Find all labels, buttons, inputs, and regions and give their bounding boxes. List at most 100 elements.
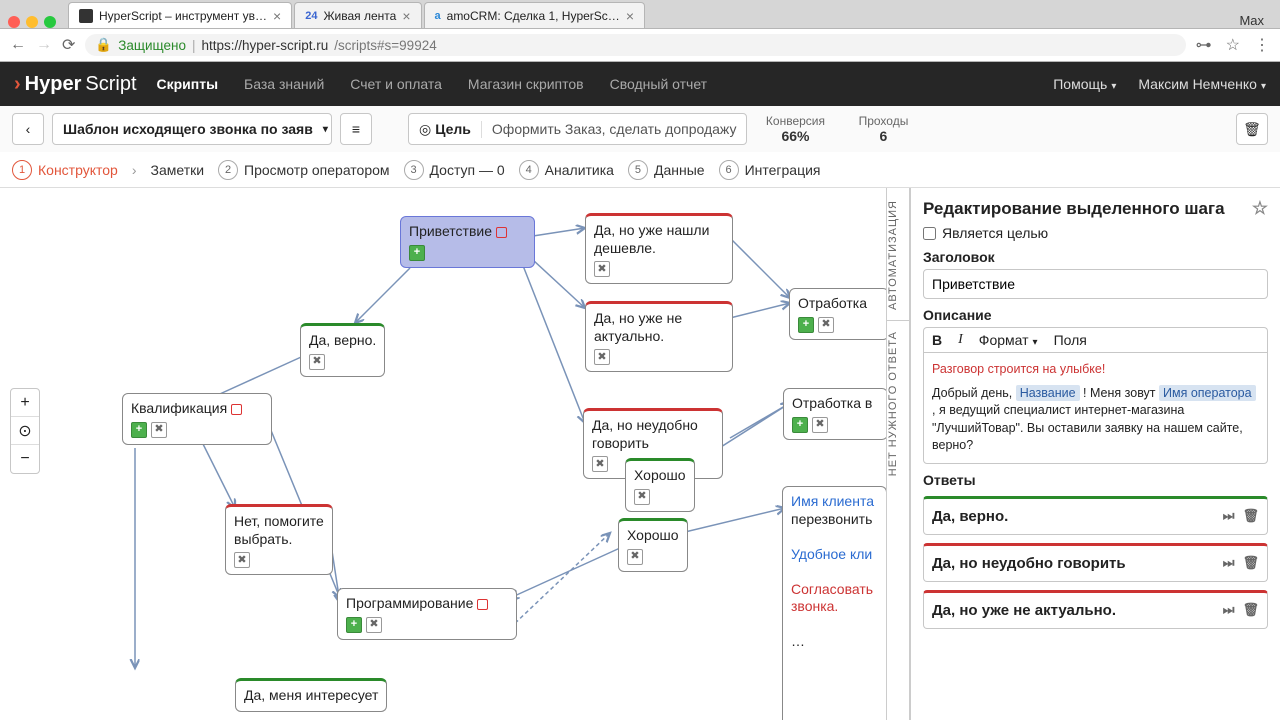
step-integration[interactable]: 6Интеграция xyxy=(719,160,821,180)
node-good-2[interactable]: Хорошо✖ xyxy=(618,518,688,572)
skip-icon[interactable]: ⏭ xyxy=(1223,602,1235,618)
browser-tab-1[interactable]: 24Живая лента× xyxy=(294,2,421,28)
chrome-profile[interactable]: Max xyxy=(1239,13,1272,28)
remove-icon[interactable]: ✖ xyxy=(234,552,250,568)
node-help-choose[interactable]: Нет, помогите выбрать.✖ xyxy=(225,504,333,575)
node-yes-correct[interactable]: Да, верно.✖ xyxy=(300,323,385,377)
skip-icon[interactable]: ⏭ xyxy=(1223,508,1235,524)
remove-icon[interactable]: ✖ xyxy=(627,549,643,565)
is-goal-checkbox[interactable] xyxy=(923,227,936,240)
link-convenient[interactable]: Удобное кли xyxy=(791,546,872,562)
node-qualification[interactable]: Квалификация+✖ xyxy=(122,393,272,445)
answer-item-2[interactable]: Да, но уже не актуально.⏭🗑 xyxy=(923,590,1268,629)
header-input[interactable] xyxy=(923,269,1268,299)
nav-kb[interactable]: База знаний xyxy=(244,76,324,92)
window-max-icon[interactable] xyxy=(44,16,56,28)
vtab-no-answer[interactable]: НЕТ НУЖНОГО ОТВЕТА xyxy=(887,331,909,476)
canvas[interactable]: + ⊙ − Приветствие+ Да, верно.✖ Да, но уж… xyxy=(0,188,886,720)
trash-icon[interactable]: 🗑 xyxy=(1242,602,1259,618)
nav-reload-icon[interactable]: ⟳ xyxy=(62,35,75,55)
step-preview[interactable]: 2Просмотр оператором xyxy=(218,160,389,180)
zoom-in-button[interactable]: + xyxy=(11,389,39,417)
browser-chrome: HyperScript – инструмент ув…× 24Живая ле… xyxy=(0,0,1280,62)
link-client-name[interactable]: Имя клиента xyxy=(791,493,874,509)
nav-billing[interactable]: Счет и оплата xyxy=(350,76,442,92)
favicon-icon: a xyxy=(435,10,441,22)
answer-item-1[interactable]: Да, но неудобно говорить⏭🗑 xyxy=(923,543,1268,582)
browser-tab-2[interactable]: aamoCRM: Сделка 1, HyperSc…× xyxy=(424,2,645,28)
tab-close-icon[interactable]: × xyxy=(402,8,410,24)
zoom-reset-button[interactable]: ⊙ xyxy=(11,417,39,445)
add-icon[interactable]: + xyxy=(792,417,808,433)
nav-report[interactable]: Сводный отчет xyxy=(610,76,707,92)
step-notes[interactable]: Заметки xyxy=(151,162,205,178)
trash-icon[interactable]: 🗑 xyxy=(1242,555,1259,571)
remove-icon[interactable]: ✖ xyxy=(634,489,650,505)
answer-item-0[interactable]: Да, верно.⏭🗑 xyxy=(923,496,1268,535)
add-icon[interactable]: + xyxy=(798,317,814,333)
nav-store[interactable]: Магазин скриптов xyxy=(468,76,584,92)
remove-icon[interactable]: ✖ xyxy=(594,261,610,277)
key-icon[interactable]: ⊶ xyxy=(1196,35,1212,55)
add-icon[interactable]: + xyxy=(409,245,425,261)
field-tag-operator[interactable]: Имя оператора xyxy=(1159,385,1256,401)
help-menu[interactable]: Помощь xyxy=(1053,76,1116,92)
zoom-out-button[interactable]: − xyxy=(11,445,39,473)
remove-icon[interactable]: ✖ xyxy=(812,417,828,433)
remove-icon[interactable]: ✖ xyxy=(309,354,325,370)
back-button[interactable]: ‹ xyxy=(12,113,44,145)
add-icon[interactable]: + xyxy=(346,617,362,633)
zoom-controls: + ⊙ − xyxy=(10,388,40,474)
delete-button[interactable]: 🗑 xyxy=(1236,113,1268,145)
editor-body[interactable]: Разговор строится на улыбке! Добрый день… xyxy=(923,352,1268,464)
node-programming[interactable]: Программирование+✖ xyxy=(337,588,517,640)
is-goal-label: Является целью xyxy=(942,225,1048,241)
app-header: ›HyperScript Скрипты База знаний Счет и … xyxy=(0,62,1280,106)
vtab-automation[interactable]: АВТОМАТИЗАЦИЯ xyxy=(887,200,909,310)
tab-close-icon[interactable]: × xyxy=(626,8,634,24)
add-icon[interactable]: + xyxy=(131,422,147,438)
connections xyxy=(0,188,886,720)
step-access[interactable]: 3Доступ — 0 xyxy=(404,160,505,180)
fields-button[interactable]: Поля xyxy=(1054,332,1087,348)
goal-box[interactable]: ◎Цель Оформить Заказ, сделать допродажу xyxy=(408,113,747,145)
address-bar[interactable]: 🔒 Защищено | https://hyper-script.ru/scr… xyxy=(85,34,1185,56)
node-interested[interactable]: Да, меня интересует xyxy=(235,678,387,712)
remove-icon[interactable]: ✖ xyxy=(818,317,834,333)
app-logo[interactable]: ›HyperScript xyxy=(14,73,137,96)
remove-icon[interactable]: ✖ xyxy=(592,456,608,472)
skip-icon[interactable]: ⏭ xyxy=(1223,555,1235,571)
remove-icon[interactable]: ✖ xyxy=(151,422,167,438)
menu-icon[interactable]: ⋮ xyxy=(1254,35,1270,55)
node-not-actual[interactable]: Да, но уже не актуально.✖ xyxy=(585,301,733,372)
nav-fwd-icon: → xyxy=(36,36,52,54)
remove-icon[interactable]: ✖ xyxy=(366,617,382,633)
step-analytics[interactable]: 4Аналитика xyxy=(519,160,614,180)
template-dropdown[interactable]: Шаблон исходящего звонка по заяв xyxy=(52,113,332,145)
node-handling-1[interactable]: Отработка+✖ xyxy=(789,288,886,340)
star-icon[interactable]: ☆ xyxy=(1252,198,1268,219)
node-greeting[interactable]: Приветствие+ xyxy=(400,216,535,268)
step-constructor[interactable]: 1Конструктор xyxy=(12,160,118,180)
window-min-icon[interactable] xyxy=(26,16,38,28)
field-tag-name[interactable]: Название xyxy=(1016,385,1080,401)
window-close-icon[interactable] xyxy=(8,16,20,28)
nav-back-icon[interactable]: ← xyxy=(10,36,26,54)
format-dropdown[interactable]: Формат xyxy=(979,332,1038,348)
node-handling-2[interactable]: Отработка в+✖ xyxy=(783,388,886,440)
edit-panel: Редактирование выделенного шага☆ Являетс… xyxy=(910,188,1280,720)
nav-scripts[interactable]: Скрипты xyxy=(157,76,219,92)
user-menu[interactable]: Максим Немченко xyxy=(1138,76,1266,92)
star-icon[interactable]: ☆ xyxy=(1226,35,1240,55)
browser-tab-0[interactable]: HyperScript – инструмент ув…× xyxy=(68,2,292,28)
hamburger-button[interactable]: ≡ xyxy=(340,113,372,145)
node-cheaper[interactable]: Да, но уже нашли дешевле.✖ xyxy=(585,213,733,284)
tab-close-icon[interactable]: × xyxy=(273,8,281,24)
node-peek-panel[interactable]: Имя клиента перезвонить Удобное кли Согл… xyxy=(782,486,886,720)
node-good-1[interactable]: Хорошо✖ xyxy=(625,458,695,512)
step-data[interactable]: 5Данные xyxy=(628,160,705,180)
italic-button[interactable]: I xyxy=(958,332,963,348)
trash-icon[interactable]: 🗑 xyxy=(1242,508,1259,524)
remove-icon[interactable]: ✖ xyxy=(594,349,610,365)
bold-button[interactable]: B xyxy=(932,332,942,348)
